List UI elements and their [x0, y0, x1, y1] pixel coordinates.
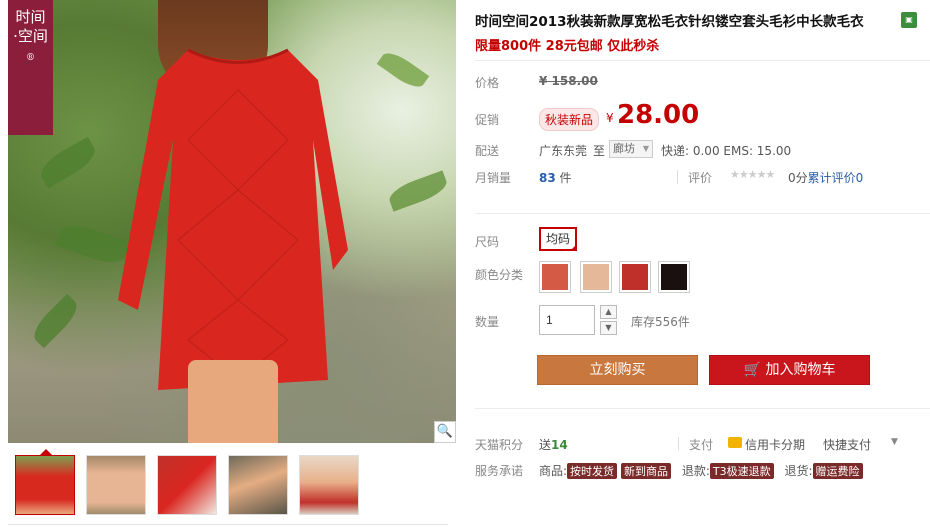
- product-info-panel: 时间空间2013秋装新款厚宽松毛衣针织镂空套头毛衫中长款毛衣 ▣ 限量800件 …: [475, 0, 930, 528]
- refund-label: 退款:: [681, 464, 710, 478]
- model-legs: [188, 360, 278, 443]
- thumbnail-2[interactable]: [86, 455, 146, 515]
- red-dress-figure: [118, 48, 348, 390]
- points-label: 天猫积分: [475, 438, 524, 452]
- add-to-cart-label: 加入购物车: [765, 362, 836, 378]
- star-rating-icon: ★★★★★: [730, 168, 775, 181]
- service-promises: 商品: 按时发货 新到商品 退款: T3极速退款 退货: 赠运费险: [539, 462, 867, 479]
- destination-select[interactable]: 廊坊 ▼: [609, 140, 653, 158]
- divider: [677, 170, 678, 184]
- color-swatch-3[interactable]: [619, 261, 651, 293]
- ship-to-word: 至: [593, 144, 606, 158]
- color-swatch-2[interactable]: [580, 261, 612, 293]
- promo-text: 限量800件 28元包邮 仅此秒杀: [475, 39, 660, 54]
- thumbnail-5[interactable]: [299, 455, 359, 515]
- promotion-badge: 秋装新品: [539, 108, 600, 131]
- goods-label: 商品:: [539, 464, 568, 478]
- thumbnail-4[interactable]: [228, 455, 288, 515]
- chevron-down-icon[interactable]: ▼: [891, 437, 898, 447]
- sale-price: 28.00: [617, 100, 700, 130]
- buy-now-button[interactable]: 立刻购买: [537, 355, 698, 385]
- shipping-label: 配送: [475, 144, 500, 158]
- quantity-label: 数量: [475, 315, 500, 329]
- color-label: 颜色分类: [475, 268, 524, 282]
- service-label: 服务承诺: [475, 464, 524, 478]
- thumbnail-strip: [8, 446, 448, 528]
- service-tag[interactable]: T3极速退款: [709, 463, 774, 479]
- rating-label: 评价: [688, 171, 713, 185]
- original-price: ¥ 158.00: [539, 74, 598, 88]
- service-tag[interactable]: 赠运费险: [812, 463, 863, 479]
- zoom-icon[interactable]: 🔍: [434, 421, 456, 443]
- divider: [475, 60, 930, 61]
- tmall-icon: ▣: [901, 12, 917, 28]
- sale-currency: ¥: [606, 111, 614, 125]
- quantity-up-button[interactable]: ▲: [600, 305, 617, 319]
- registered-mark: ®: [26, 53, 35, 63]
- divider: [678, 437, 679, 450]
- shipping-fees: 快递: 0.00 EMS: 15.00: [661, 144, 792, 158]
- stock-count: 库存556件: [631, 315, 690, 329]
- color-swatch-4[interactable]: [658, 261, 690, 293]
- add-to-cart-button[interactable]: 🛒 加入购物车: [709, 355, 870, 385]
- quantity-input[interactable]: [539, 305, 595, 335]
- divider: [8, 524, 448, 525]
- destination-value: 廊坊: [613, 142, 635, 155]
- size-label: 尺码: [475, 235, 500, 249]
- thumbnail-3[interactable]: [157, 455, 217, 515]
- rating-summary[interactable]: 0分累计评价0: [788, 169, 863, 186]
- divider: [475, 408, 930, 409]
- installment-link[interactable]: 信用卡分期: [745, 436, 805, 453]
- color-swatch-1[interactable]: [539, 261, 571, 293]
- main-product-image[interactable]: 时间 ·空间 ®: [8, 0, 456, 443]
- points-value: 送14: [539, 438, 568, 452]
- quick-pay-link[interactable]: 快捷支付: [823, 436, 871, 453]
- chevron-down-icon: ▼: [642, 144, 649, 153]
- return-label: 退货:: [784, 464, 813, 478]
- payment-label: 支付: [689, 438, 714, 452]
- monthly-sales-label: 月销量: [475, 171, 512, 185]
- quantity-down-button[interactable]: ▼: [600, 321, 617, 335]
- brand-logo-line2: ·空间: [13, 27, 48, 45]
- promotion-label: 促销: [475, 113, 500, 127]
- cart-icon: 🛒: [743, 362, 761, 378]
- service-tag[interactable]: 新到商品: [621, 463, 672, 479]
- price-label: 价格: [475, 76, 500, 90]
- size-option-selected[interactable]: 均码: [539, 227, 578, 251]
- divider: [475, 213, 930, 214]
- credit-card-icon: [728, 437, 742, 448]
- product-title: 时间空间2013秋装新款厚宽松毛衣针织镂空套头毛衫中长款毛衣: [475, 14, 864, 30]
- monthly-sales-count: 83 件: [539, 171, 572, 185]
- brand-logo-line1: 时间: [15, 8, 46, 26]
- service-tag[interactable]: 按时发货: [567, 463, 618, 479]
- thumbnail-1[interactable]: [15, 449, 75, 515]
- brand-logo: 时间 ·空间 ®: [8, 0, 53, 135]
- ship-from: 广东东莞: [539, 144, 588, 158]
